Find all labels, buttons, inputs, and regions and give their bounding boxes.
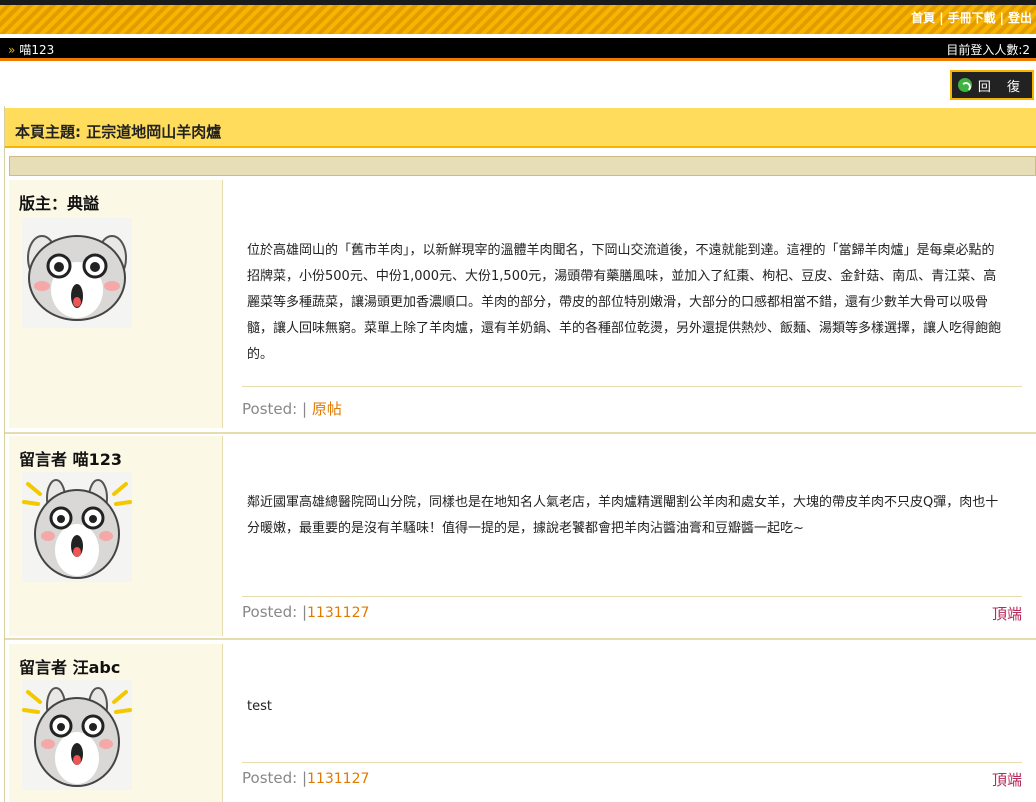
post-meta: Posted: | 原帖 (242, 398, 342, 419)
post-body: test (247, 699, 272, 714)
breadcrumb-arrow-icon: » (8, 43, 16, 57)
post-date: 1131127 (307, 605, 370, 621)
online-count: 目前登入人數:2 (946, 43, 1030, 57)
bunny-surprised-avatar (22, 472, 132, 582)
post-3: 留言者 汪abc test Posted: |1131127 頂端 (5, 644, 1036, 802)
top-nav: 首頁 | 手冊下載 | 登出 (911, 9, 1032, 26)
post-divider (242, 596, 1022, 597)
bunny-surprised-avatar (22, 680, 132, 790)
manual-download-link[interactable]: 手冊下載 (948, 11, 996, 25)
breadcrumb: » 喵123 (8, 41, 54, 58)
posted-label: Posted: (242, 400, 298, 418)
author-panel: 留言者 喵123 (9, 436, 223, 636)
original-post-link[interactable]: 原帖 (312, 400, 342, 418)
post-2: 留言者 喵123 鄰近國軍高雄總醫院岡山分院，同樣也是在地知名人氣老店，羊肉爐精… (5, 436, 1036, 636)
reply-button[interactable]: 回 復 (950, 70, 1034, 100)
post-divider (242, 762, 1022, 763)
posted-label: Posted: (242, 769, 298, 787)
post-1: 版主：典謚 位於高雄岡山的「舊市羊肉」，以新鮮現宰的溫體羊肉聞名，下岡山交流道後… (5, 180, 1036, 428)
author-name: 留言者 汪abc (19, 658, 121, 677)
back-to-top-link[interactable]: 頂端 (992, 603, 1022, 624)
reply-label: 回 復 (977, 79, 1027, 95)
bunny-avatar (22, 218, 132, 328)
home-link[interactable]: 首頁 (911, 11, 935, 25)
reply-icon (957, 78, 972, 92)
post-body: 位於高雄岡山的「舊市羊肉」，以新鮮現宰的溫體羊肉聞名，下岡山交流道後，不遠就能到… (247, 243, 1002, 362)
post-divider (242, 386, 1022, 387)
post-separator (5, 432, 1036, 434)
nav-separator: | (999, 11, 1004, 25)
current-user: 喵123 (19, 43, 55, 57)
topic-band (9, 156, 1036, 176)
post-separator (5, 638, 1036, 640)
post-date: 1131127 (307, 771, 370, 787)
author-panel: 留言者 汪abc (9, 644, 223, 802)
logout-link[interactable]: 登出 (1008, 11, 1032, 25)
post-meta: Posted: |1131127 (242, 603, 369, 621)
nav-separator: | (939, 11, 944, 25)
posted-label: Posted: (242, 603, 298, 621)
meta-separator: | (301, 400, 308, 418)
author-panel: 版主：典謚 (9, 180, 223, 428)
author-name: 版主：典謚 (19, 194, 100, 213)
author-name: 留言者 喵123 (19, 450, 122, 469)
back-to-top-link[interactable]: 頂端 (992, 769, 1022, 790)
post-body: 鄰近國軍高雄總醫院岡山分院，同樣也是在地知名人氣老店，羊肉爐精選閹割公羊肉和處女… (247, 495, 999, 536)
post-meta: Posted: |1131127 (242, 769, 369, 787)
top-banner: 首頁 | 手冊下載 | 登出 (0, 0, 1036, 34)
status-bar: » 喵123 目前登入人數:2 (0, 38, 1036, 61)
page-title: 本頁主題: 正宗道地岡山羊肉爐 (5, 108, 1036, 148)
